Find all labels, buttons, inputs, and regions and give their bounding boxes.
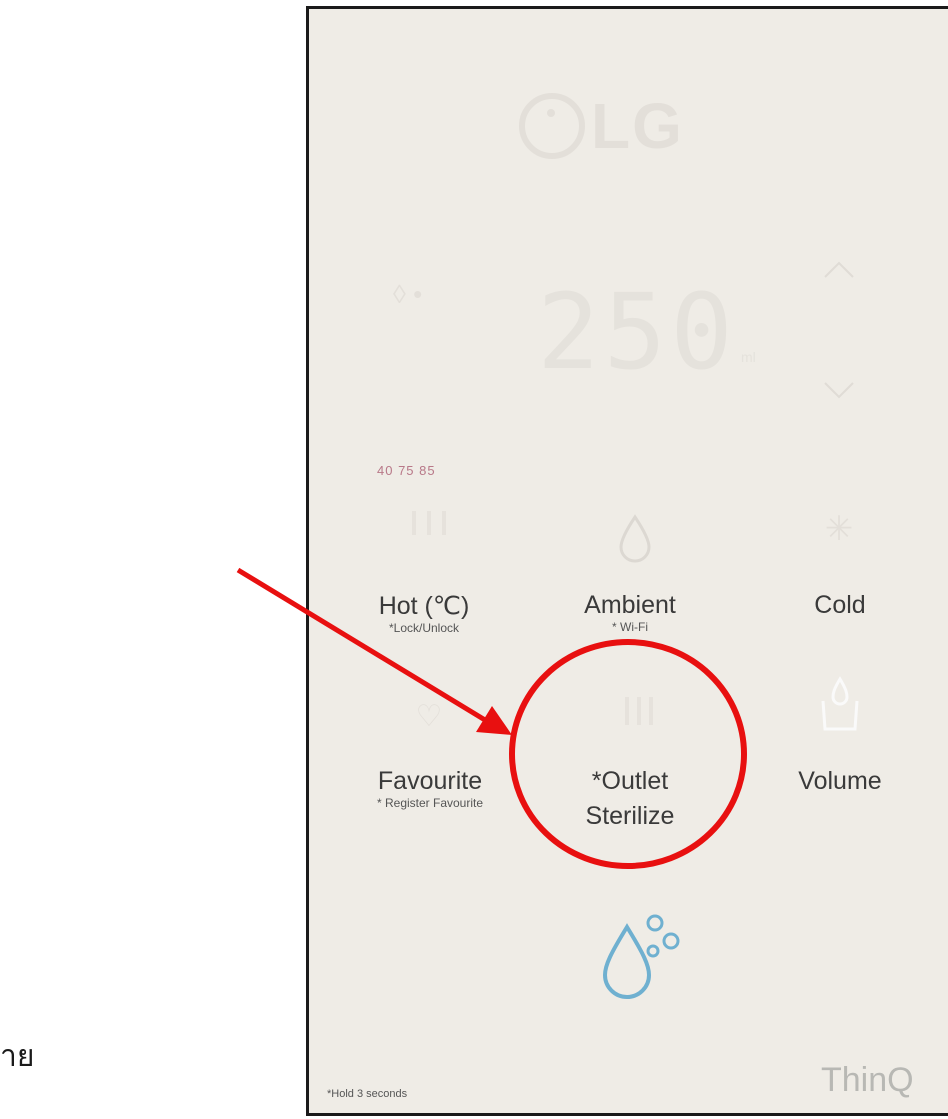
annotation-arrow-line xyxy=(236,567,487,723)
thai-text-fragment: าย xyxy=(0,1039,35,1074)
annotation-circle xyxy=(509,639,747,869)
annotation-overlay xyxy=(236,567,747,869)
